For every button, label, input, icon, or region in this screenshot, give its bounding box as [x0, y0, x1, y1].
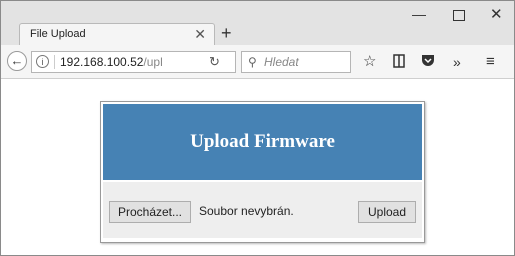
page-content: Upload Firmware Procházet... Soubor nevy… [1, 79, 514, 255]
maximize-button[interactable] [453, 10, 465, 21]
card-header: Upload Firmware [103, 104, 422, 180]
url-path: /upl [143, 55, 163, 69]
pocket-icon[interactable] [421, 54, 435, 71]
hamburger-menu-icon[interactable]: ≡ [486, 54, 495, 70]
page-title: Upload Firmware [190, 131, 335, 152]
close-window-button[interactable]: ✕ [490, 7, 503, 22]
tab-file-upload[interactable]: File Upload ✕ [19, 23, 215, 45]
url-bar[interactable]: i 192.168.100.52/upl [31, 51, 236, 73]
file-status-text: Soubor nevybrán. [199, 204, 294, 218]
upload-form: Procházet... Soubor nevybrán. Upload [103, 182, 422, 238]
tab-title: File Upload [30, 28, 86, 40]
upload-card: Upload Firmware Procházet... Soubor nevy… [100, 101, 425, 243]
tab-strip: File Upload ✕ + — ✕ [1, 1, 514, 45]
star-icon[interactable]: ☆ [363, 54, 376, 70]
back-arrow-icon[interactable]: ← [7, 51, 27, 71]
url-host: 192.168.100.52 [60, 55, 144, 69]
browse-button[interactable]: Procházet... [109, 201, 191, 223]
navigation-bar: ← i 192.168.100.52/upl ↻ ⚲ Hledat ☆ » ≡ [1, 45, 514, 79]
upload-button[interactable]: Upload [358, 201, 416, 223]
url-text[interactable]: 192.168.100.52/upl [60, 55, 163, 69]
overflow-icon[interactable]: » [453, 54, 461, 70]
search-icon: ⚲ [248, 55, 257, 69]
close-tab-icon[interactable]: ✕ [194, 26, 206, 42]
search-bar[interactable]: ⚲ Hledat [241, 51, 351, 73]
new-tab-button[interactable]: + [221, 24, 232, 42]
url-separator [54, 55, 55, 69]
search-placeholder: Hledat [264, 55, 299, 69]
minimize-button[interactable]: — [412, 7, 426, 21]
library-icon[interactable] [393, 54, 405, 68]
reload-icon[interactable]: ↻ [209, 54, 220, 70]
browser-window: File Upload ✕ + — ✕ ← i 192.168.100.52/u… [0, 0, 515, 256]
info-icon[interactable]: i [36, 55, 49, 68]
